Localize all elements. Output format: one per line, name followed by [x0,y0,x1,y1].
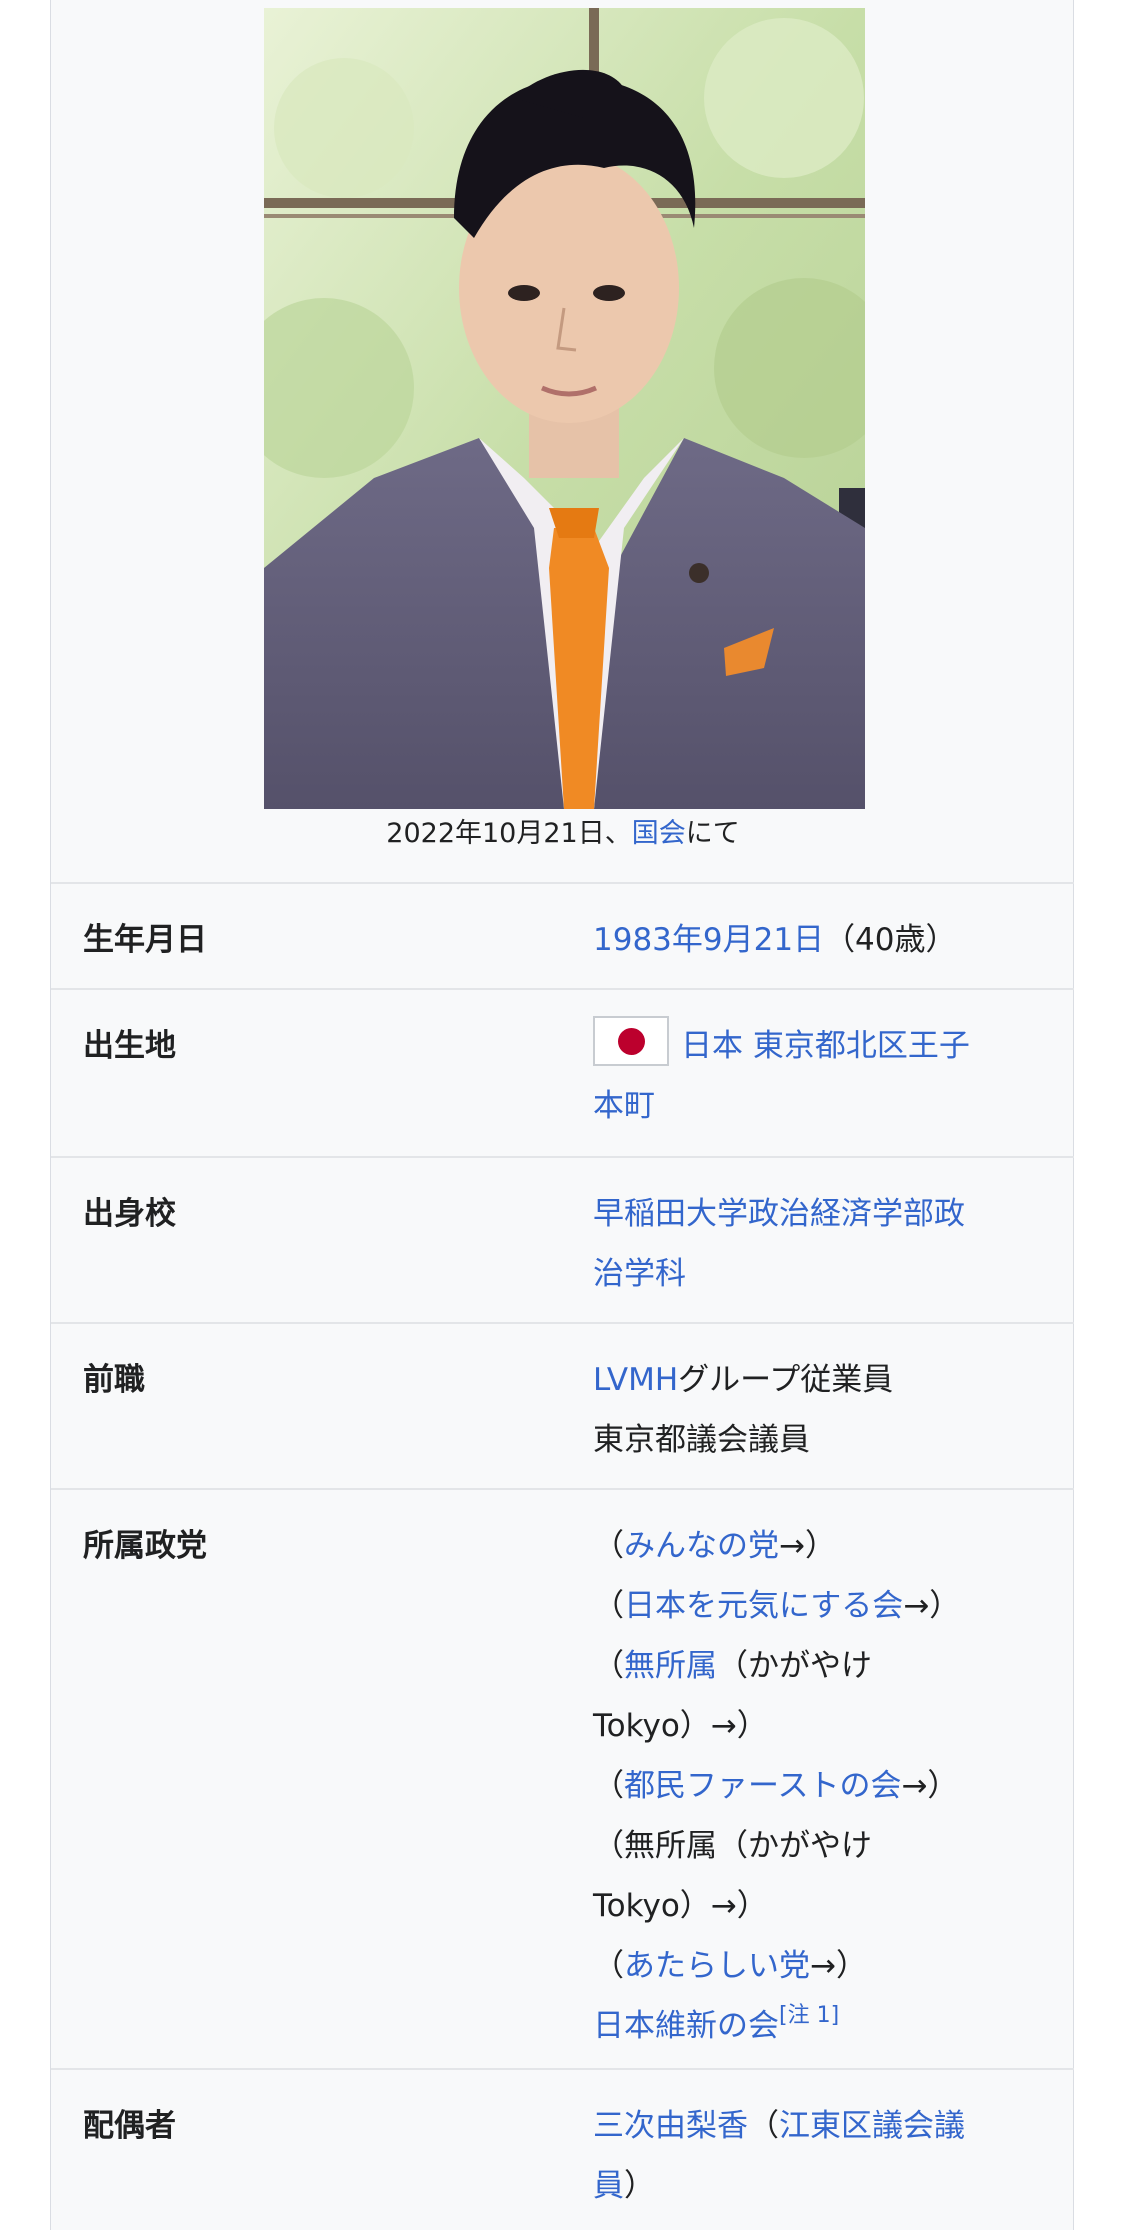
arrow-close: →） [779,1528,836,1564]
caption-date: 2022年10月21日、 [386,818,632,849]
party-text: （かがやけ [717,1648,872,1684]
spouse-name-link[interactable]: 三次由梨香 [593,2108,748,2144]
birthplace-label: 出生地 [83,1028,176,1064]
birth-date-label: 生年月日 [83,922,207,958]
spouse-label: 配偶者 [83,2108,176,2144]
previous-job-line2: 東京都議会議員 [593,1422,810,1458]
row-school: 出身校 早稲田大学政治経済学部政 治学科 [51,1156,1074,1322]
footnote-link[interactable]: [注 1] [779,2003,839,2028]
age-text: （40歳） [824,922,957,958]
party-label: 所属政党 [83,1528,207,1564]
birth-date-link[interactable]: 1983年9月21日 [593,922,824,958]
party-value: （みんなの党→） （日本を元気にする会→） （無所属（かがやけ Tokyo）→）… [593,1516,1053,2056]
row-birth-date: 生年月日 1983年9月21日（40歳） [51,882,1074,988]
paren-close: ） [624,2168,655,2204]
caption-place-link[interactable]: 国会 [632,818,686,849]
birth-date-value: 1983年9月21日（40歳） [593,910,1053,970]
previous-job-label: 前職 [83,1362,145,1398]
school-link[interactable]: 早稲田大学政治経済学部政 [593,1196,965,1232]
arrow-close: →） [710,1888,768,1924]
school-label: 出身校 [83,1196,176,1232]
portrait-photo[interactable] [264,8,865,809]
row-party: 所属政党 （みんなの党→） （日本を元気にする会→） （無所属（かがやけ Tok… [51,1488,1074,2068]
paren-open: （ [593,1768,624,1804]
row-birthplace: 出生地 日本 東京都北区王子 本町 [51,988,1074,1156]
arrow-close: →） [710,1708,768,1744]
paren-open: （ [593,1588,624,1624]
infobox: 2022年10月21日、国会にて 生年月日 1983年9月21日（40歳） 出生… [50,0,1074,2230]
arrow-close: →） [901,1768,959,1804]
country-link[interactable]: 日本 [681,1028,743,1064]
party-link-independent[interactable]: 無所属 [624,1648,717,1684]
spouse-value: 三次由梨香（江東区議会議 員） [593,2096,1053,2216]
school-link-cont[interactable]: 治学科 [593,1256,686,1292]
birthplace-value: 日本 東京都北区王子 本町 [593,1016,1053,1136]
caption-suffix: にて [685,818,740,849]
school-value: 早稲田大学政治経済学部政 治学科 [593,1184,1053,1304]
birthplace-link-cont[interactable]: 本町 [593,1088,655,1124]
party-text: Tokyo） [593,1708,711,1744]
party-link-genki[interactable]: 日本を元気にする会 [624,1588,903,1624]
party-link-tomin-first[interactable]: 都民ファーストの会 [624,1768,901,1804]
row-previous-job: 前職 LVMHグループ従業員 東京都議会議員 [51,1322,1074,1488]
company-link[interactable]: LVMH [593,1362,678,1398]
japan-flag-icon[interactable] [593,1016,669,1066]
paren-open: （ [593,1828,624,1864]
paren-open: （ [593,1648,624,1684]
paren-open: （ [593,1528,624,1564]
party-text: Tokyo） [593,1888,711,1924]
party-link-minna[interactable]: みんなの党 [624,1528,779,1564]
paren-open: （ [748,2108,779,2144]
party-link-atarashii[interactable]: あたらしい党 [624,1948,810,1984]
photo-caption: 2022年10月21日、国会にて [51,812,1075,856]
party-text: 無所属（かがやけ [624,1828,872,1864]
arrow-close: →） [810,1948,867,1984]
spouse-role-link[interactable]: 江東区議会議 [779,2108,965,2144]
arrow-close: →） [903,1588,961,1624]
spouse-role-link-cont[interactable]: 員 [593,2168,624,2204]
company-suffix: グループ従業員 [678,1362,894,1398]
previous-job-value: LVMHグループ従業員 東京都議会議員 [593,1350,1053,1470]
row-spouse: 配偶者 三次由梨香（江東区議会議 員） [51,2068,1074,2238]
party-link-ishin[interactable]: 日本維新の会 [593,2008,779,2044]
birthplace-link[interactable]: 東京都北区王子 [753,1028,970,1064]
paren-open: （ [593,1948,624,1984]
